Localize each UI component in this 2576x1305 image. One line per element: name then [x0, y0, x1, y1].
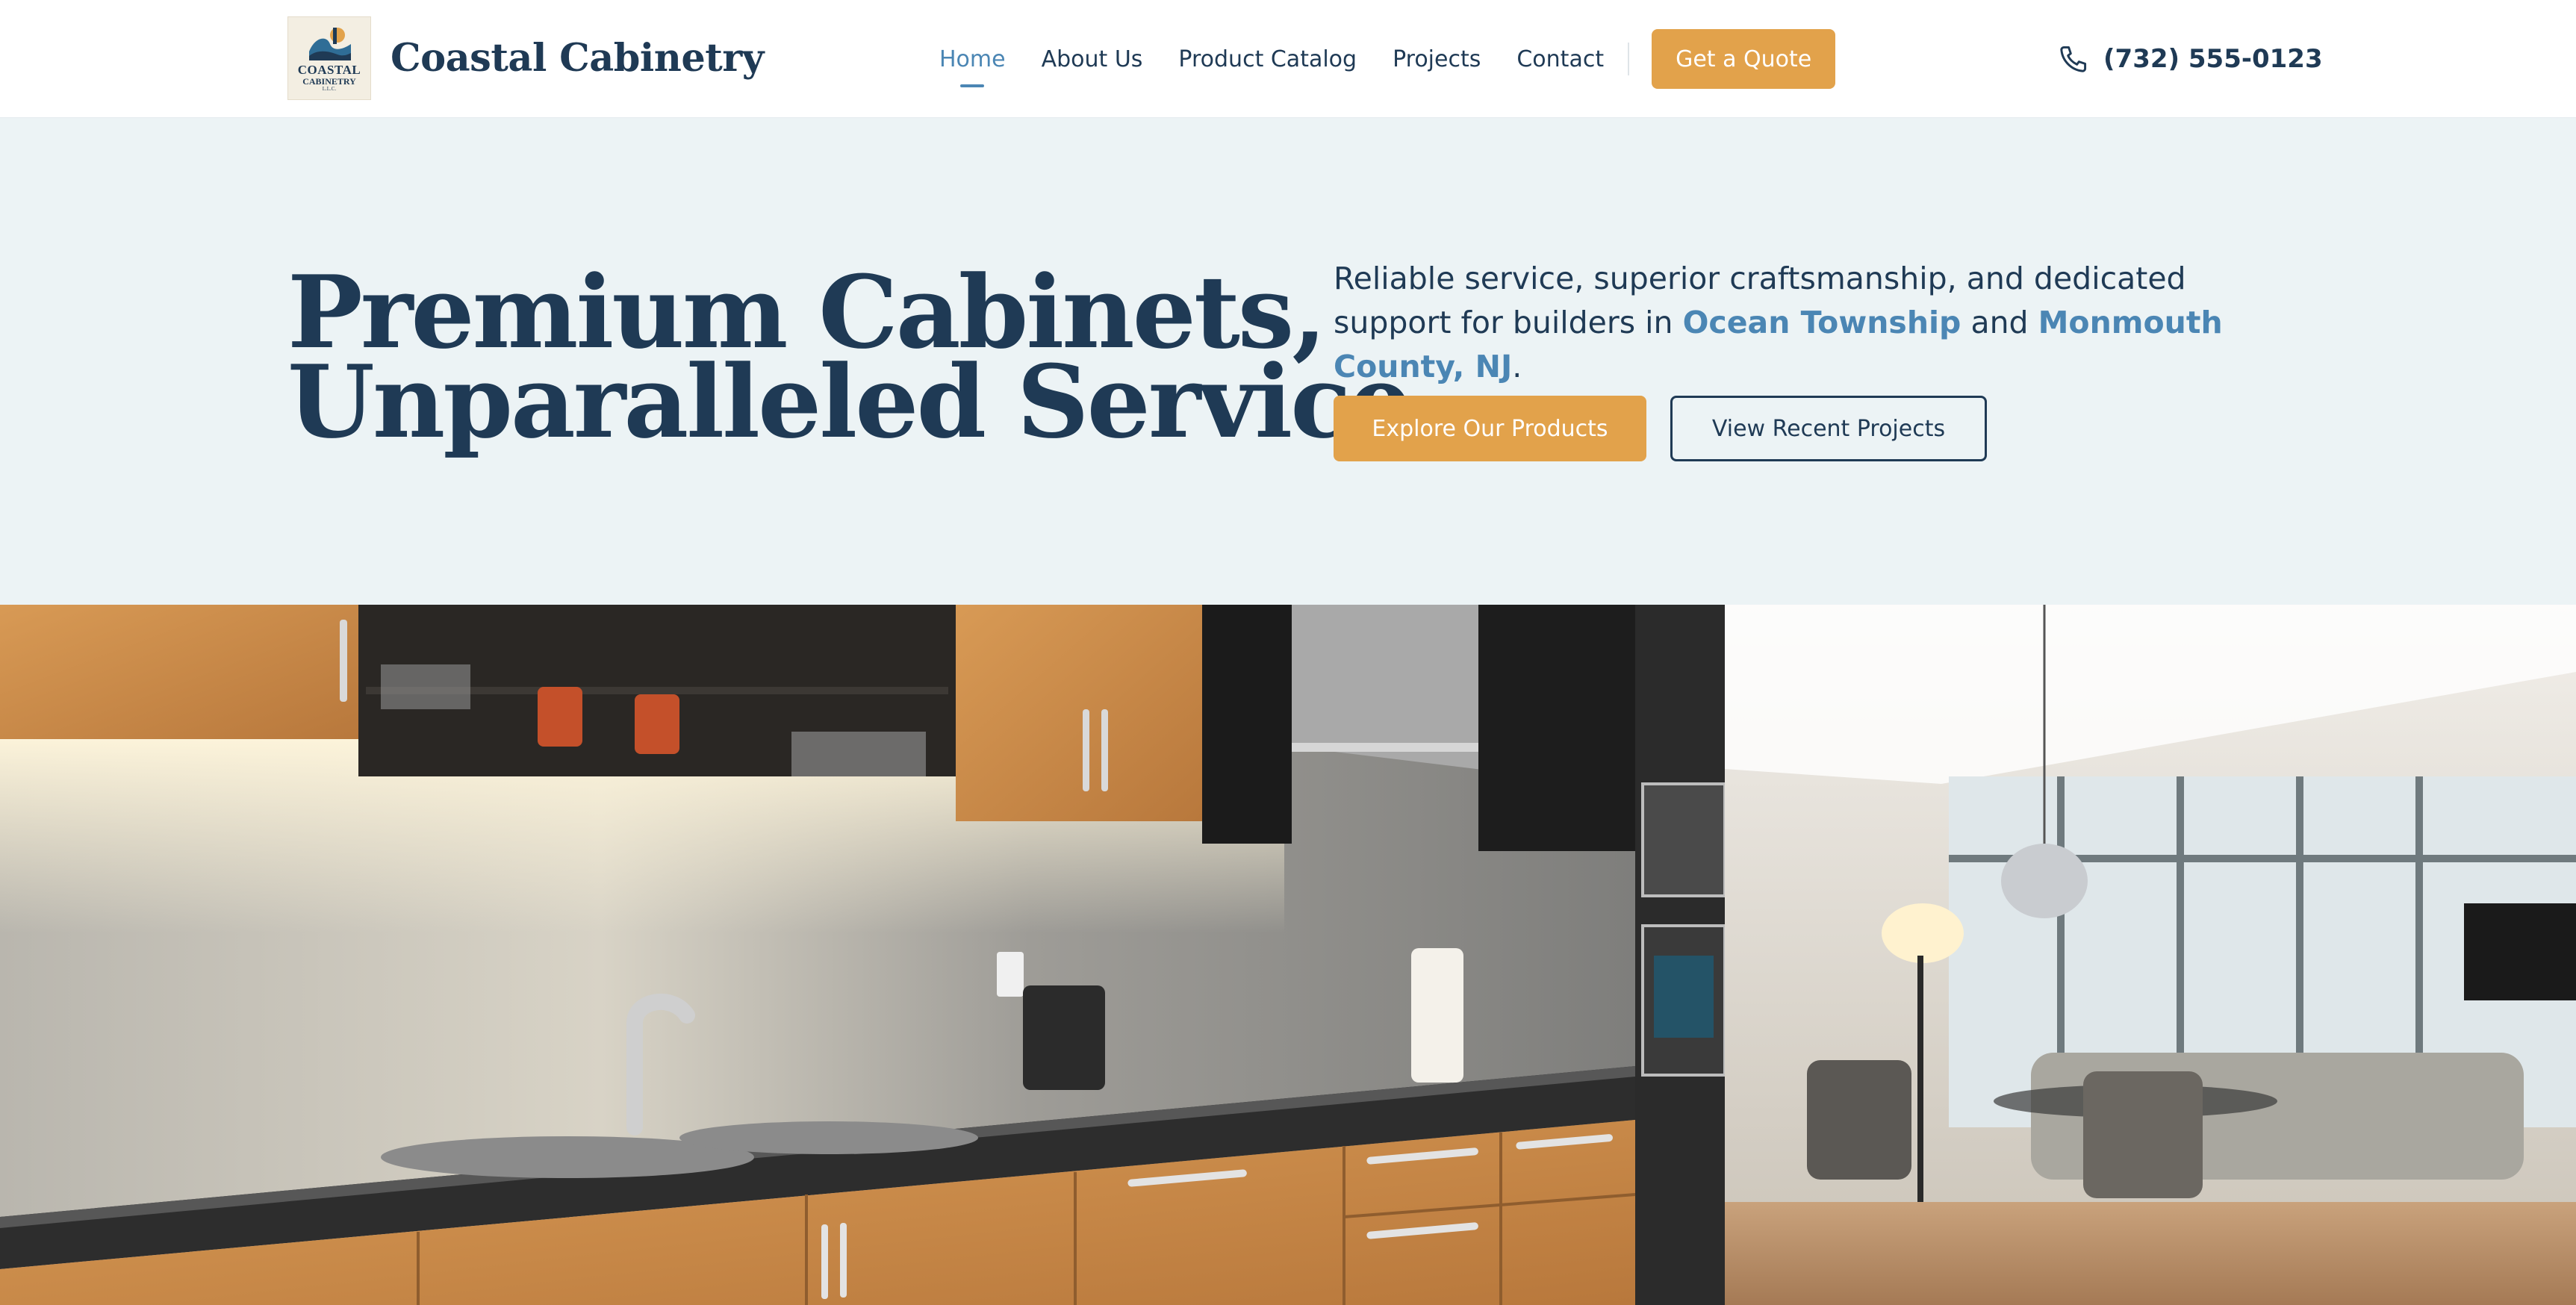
hero-subtitle-text-2: and — [1961, 305, 2038, 340]
nav-item-contact[interactable]: Contact — [1516, 46, 1604, 72]
phone-number[interactable]: (732) 555-0123 — [2103, 44, 2323, 74]
brand-name[interactable]: Coastal Cabinetry — [391, 36, 764, 81]
hero-subtitle-text-3: . — [1512, 349, 1522, 384]
hero-title-line-2: Unparalleled Service. — [287, 343, 1446, 461]
phone-icon — [2060, 46, 2087, 72]
lighthouse-wave-icon — [309, 28, 351, 60]
site-header: COASTAL CABINETRY L.L.C. Coastal Cabinet… — [0, 0, 2576, 118]
hero-section: Premium Cabinets, Unparalleled Service. … — [0, 118, 2576, 605]
logo-icon[interactable]: COASTAL CABINETRY L.L.C. — [287, 16, 371, 100]
nav-divider — [1628, 43, 1630, 75]
nav-item-product-catalog[interactable]: Product Catalog — [1178, 46, 1357, 72]
main-nav: Home About Us Product Catalog Projects C… — [939, 0, 1836, 118]
hero-title: Premium Cabinets, Unparalleled Service. — [287, 262, 1446, 461]
view-recent-projects-button[interactable]: View Recent Projects — [1670, 396, 1987, 461]
logo-text-coastal: COASTAL — [297, 62, 361, 77]
brand[interactable]: COASTAL CABINETRY L.L.C. Coastal Cabinet… — [287, 16, 764, 100]
logo-text-cabinetry: CABINETRY — [302, 75, 356, 87]
nav-item-projects[interactable]: Projects — [1393, 46, 1481, 72]
explore-products-button[interactable]: Explore Our Products — [1334, 396, 1646, 461]
kitchen-illustration — [0, 605, 2576, 1305]
logo-text-llc: L.L.C. — [322, 86, 337, 92]
nav-item-home[interactable]: Home — [939, 46, 1006, 72]
hero-highlight-ocean-township: Ocean Township — [1682, 305, 1961, 340]
hero-actions: Explore Our Products View Recent Project… — [1334, 396, 1987, 461]
nav-item-about-us[interactable]: About Us — [1042, 46, 1143, 72]
get-a-quote-button[interactable]: Get a Quote — [1652, 29, 1836, 89]
phone-link[interactable]: (732) 555-0123 — [2057, 0, 2323, 118]
kitchen-hero-image — [0, 605, 2576, 1305]
hero-subtitle: Reliable service, superior craftsmanship… — [1334, 257, 2259, 389]
